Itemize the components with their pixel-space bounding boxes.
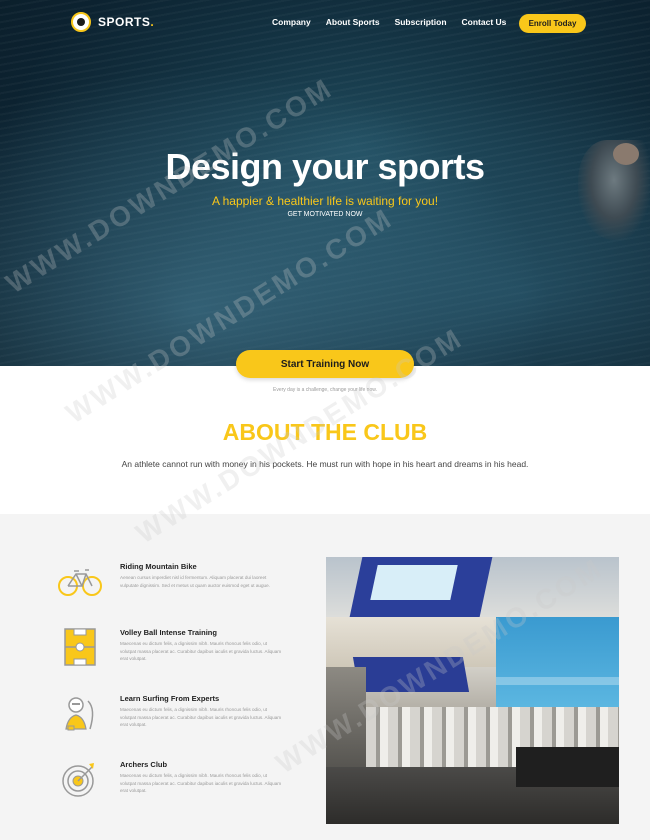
start-training-button[interactable]: Start Training Now [236, 350, 414, 378]
hero-title: Design your sports [165, 146, 485, 187]
gym-image [326, 557, 619, 824]
target-icon [56, 762, 104, 797]
logo-icon [71, 12, 91, 32]
surfer-icon [56, 696, 104, 731]
feature-description: Maecenas eu dictum felis, a dignissim ni… [120, 707, 282, 727]
feature-item: Volley Ball Intense Training Maecenas eu… [56, 628, 286, 688]
main-nav: Company About Sports Subscription Contac… [272, 17, 506, 27]
feature-title: Riding Mountain Bike [120, 562, 197, 571]
feature-title: Learn Surfing From Experts [120, 694, 220, 703]
about-text: An athlete cannot run with money in his … [121, 459, 529, 469]
feature-description: Aenean cursus imperdiet nisl id fermentu… [120, 575, 270, 588]
volleyball-court-icon [56, 628, 104, 666]
nav-subscription[interactable]: Subscription [395, 17, 447, 27]
logo-text: SPORTS. [98, 15, 155, 29]
enroll-today-button[interactable]: Enroll Today [519, 14, 586, 33]
nav-about-sports[interactable]: About Sports [326, 17, 380, 27]
feature-title: Archers Club [120, 760, 168, 769]
feature-title: Volley Ball Intense Training [120, 628, 217, 637]
feature-description: Maecenas eu dictum felis, a dignissim ni… [120, 773, 282, 793]
hero-subtitle: A happier & healthier life is waiting fo… [211, 194, 439, 208]
about-title: ABOUT THE CLUB [222, 419, 428, 445]
feature-description: Maecenas eu dictum felis, a dignissim ni… [120, 641, 282, 661]
hero-motivation-text: GET MOTIVATED NOW [287, 211, 363, 218]
feature-item: Learn Surfing From Experts Maecenas eu d… [56, 694, 286, 754]
feature-item: Archers Club Maecenas eu dictum felis, a… [56, 760, 286, 820]
feature-item: Riding Mountain Bike Aenean cursus imper… [56, 562, 286, 622]
site-logo[interactable]: SPORTS. [71, 12, 154, 32]
nav-contact-us[interactable]: Contact Us [462, 17, 507, 27]
bicycle-icon [56, 564, 104, 598]
nav-company[interactable]: Company [272, 17, 311, 27]
cta-caption: Every day is a challenge, change your li… [273, 387, 377, 393]
